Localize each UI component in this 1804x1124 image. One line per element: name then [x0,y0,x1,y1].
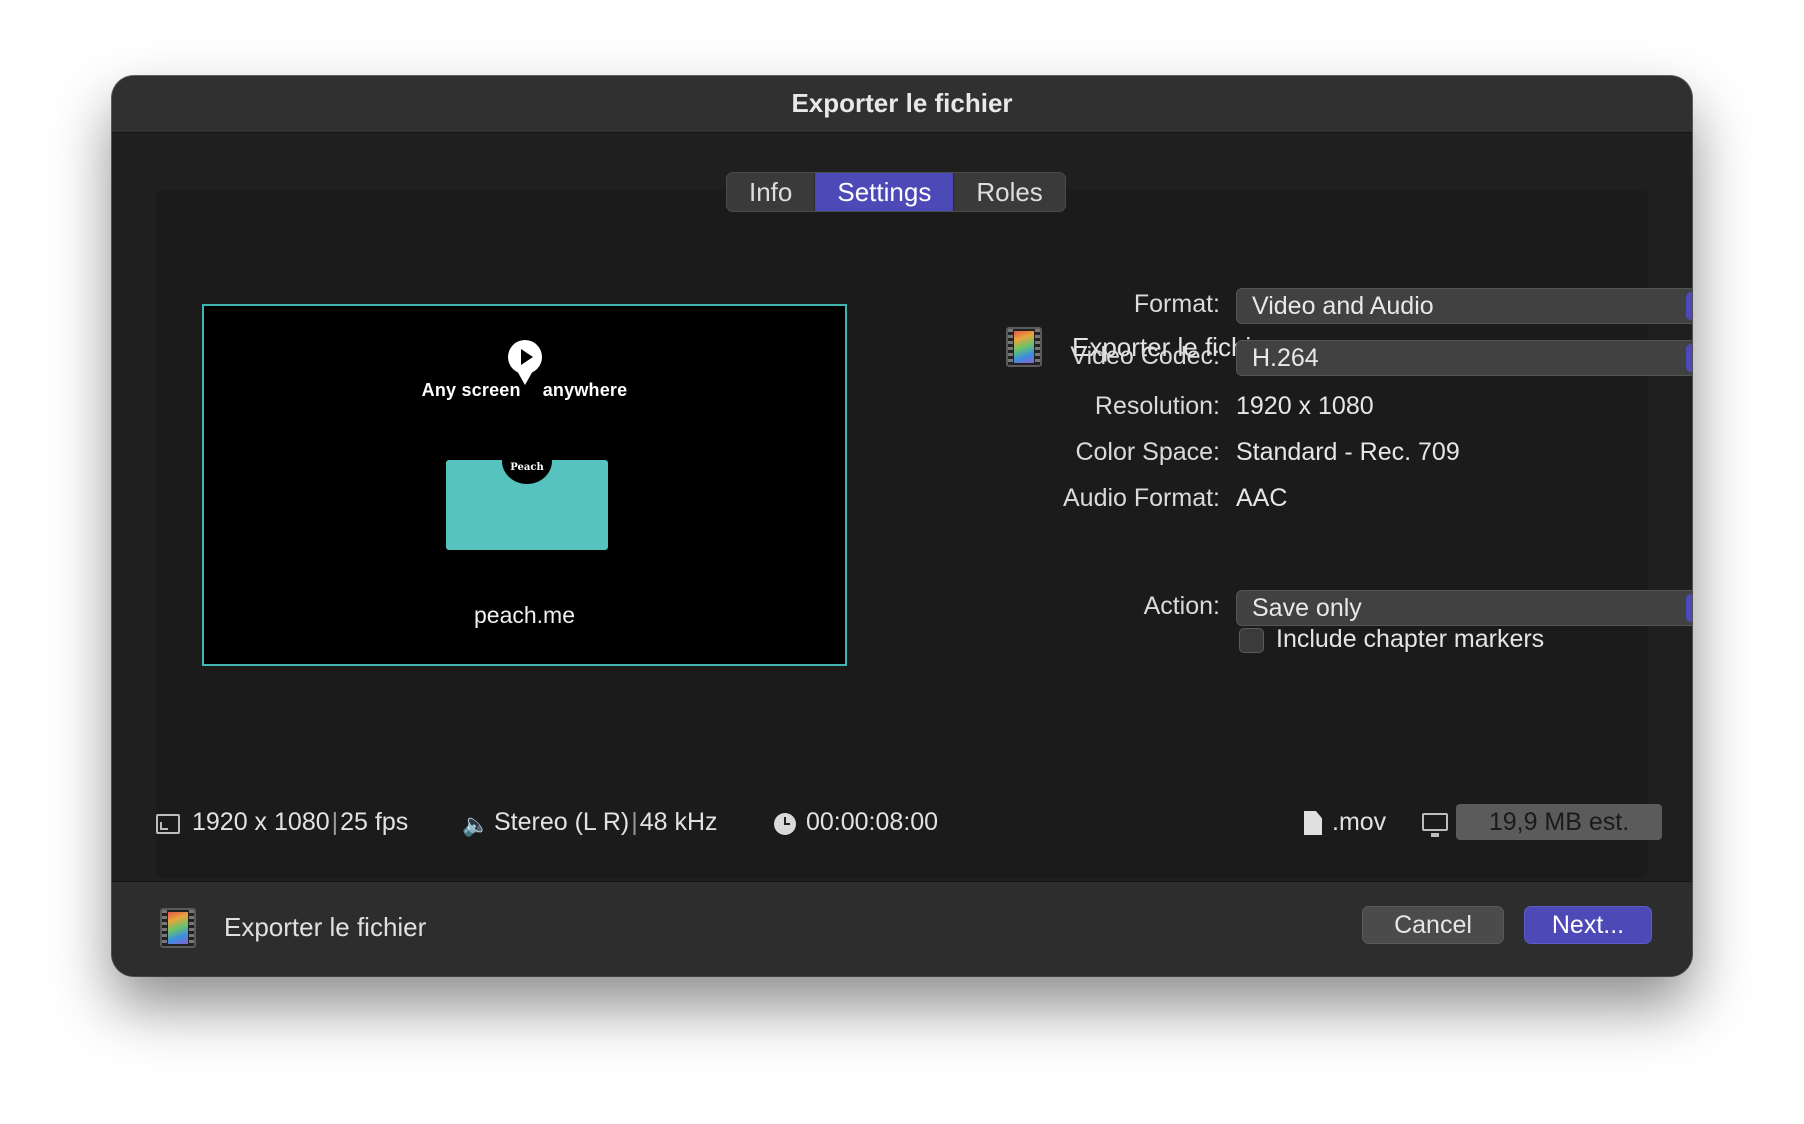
tab-roles[interactable]: Roles [954,173,1064,211]
tab-info[interactable]: Info [727,173,816,211]
speaker-icon: 🔈 [462,812,490,837]
action-popup[interactable]: Save only [1236,590,1692,626]
resolution-value: 1920 x 1080 [1236,392,1374,420]
info-resolution-value: 1920 x 1080 [192,808,330,836]
tagline-right: anywhere [542,380,628,400]
film-icon [160,908,196,948]
video-preview: Any screen anywhere Peach peach.me [202,304,847,666]
color-space-value: Standard - Rec. 709 [1236,438,1460,466]
peach-card: Peach [446,460,608,550]
window-title: Exporter le fichier [112,76,1692,133]
chapter-markers-checkbox[interactable] [1239,628,1264,653]
tagline-left: Any screen [421,380,521,400]
display-icon [1422,813,1448,837]
audio-format-label: Audio Format: [1062,484,1220,512]
video-codec-value: H.264 [1252,344,1319,372]
format-popup[interactable]: Video and Audio [1236,288,1692,324]
info-duration: 00:00:08:00 [806,808,939,836]
preview-tagline: Any screen anywhere [204,380,845,401]
info-sample-rate: 48 kHz [639,808,718,836]
info-fps: 25 fps [340,808,409,836]
video-codec-label: Video Codec: [1070,342,1220,370]
format-value: Video and Audio [1252,292,1434,320]
action-value: Save only [1252,594,1362,622]
info-audio-channels: Stereo (L R) [494,808,630,836]
resolution-label: Resolution: [1094,392,1220,420]
next-button[interactable]: Next... [1524,906,1652,944]
audio-format-value: AAC [1236,484,1288,512]
export-dialog: Exporter le fichier Info Settings Roles … [112,76,1692,976]
info-resolution: 1920 x 1080|25 fps [192,808,409,836]
chevron-updown-icon [1686,344,1692,372]
info-audio: Stereo (L R)|48 kHz [494,808,718,836]
tab-bar: Info Settings Roles [726,172,1066,212]
play-icon [521,349,533,365]
footer-destination-name: Exporter le fichier [224,912,427,942]
info-extension: .mov [1332,808,1387,836]
peach-logo: Peach [502,460,552,484]
video-codec-popup[interactable]: H.264 [1236,340,1692,376]
location-pin-icon [508,340,542,385]
dialog-footer: Exporter le fichier Cancel Next... [112,881,1692,976]
document-icon [1304,811,1322,835]
action-label: Action: [1143,592,1220,620]
color-space-label: Color Space: [1075,438,1220,466]
tab-settings[interactable]: Settings [815,173,955,211]
chevron-updown-icon [1686,292,1692,320]
chapter-markers-label[interactable]: Include chapter markers [1276,625,1544,654]
cancel-button[interactable]: Cancel [1362,906,1504,944]
export-info-bar: 1920 x 1080|25 fps 🔈 Stereo (L R)|48 kHz… [156,798,1662,850]
format-label: Format: [1133,290,1220,318]
clock-icon [774,813,796,835]
frame-size-icon [156,814,180,834]
estimated-size: 19,9 MB est. [1456,804,1662,840]
preview-site: peach.me [473,602,575,628]
chevron-updown-icon [1686,594,1692,622]
